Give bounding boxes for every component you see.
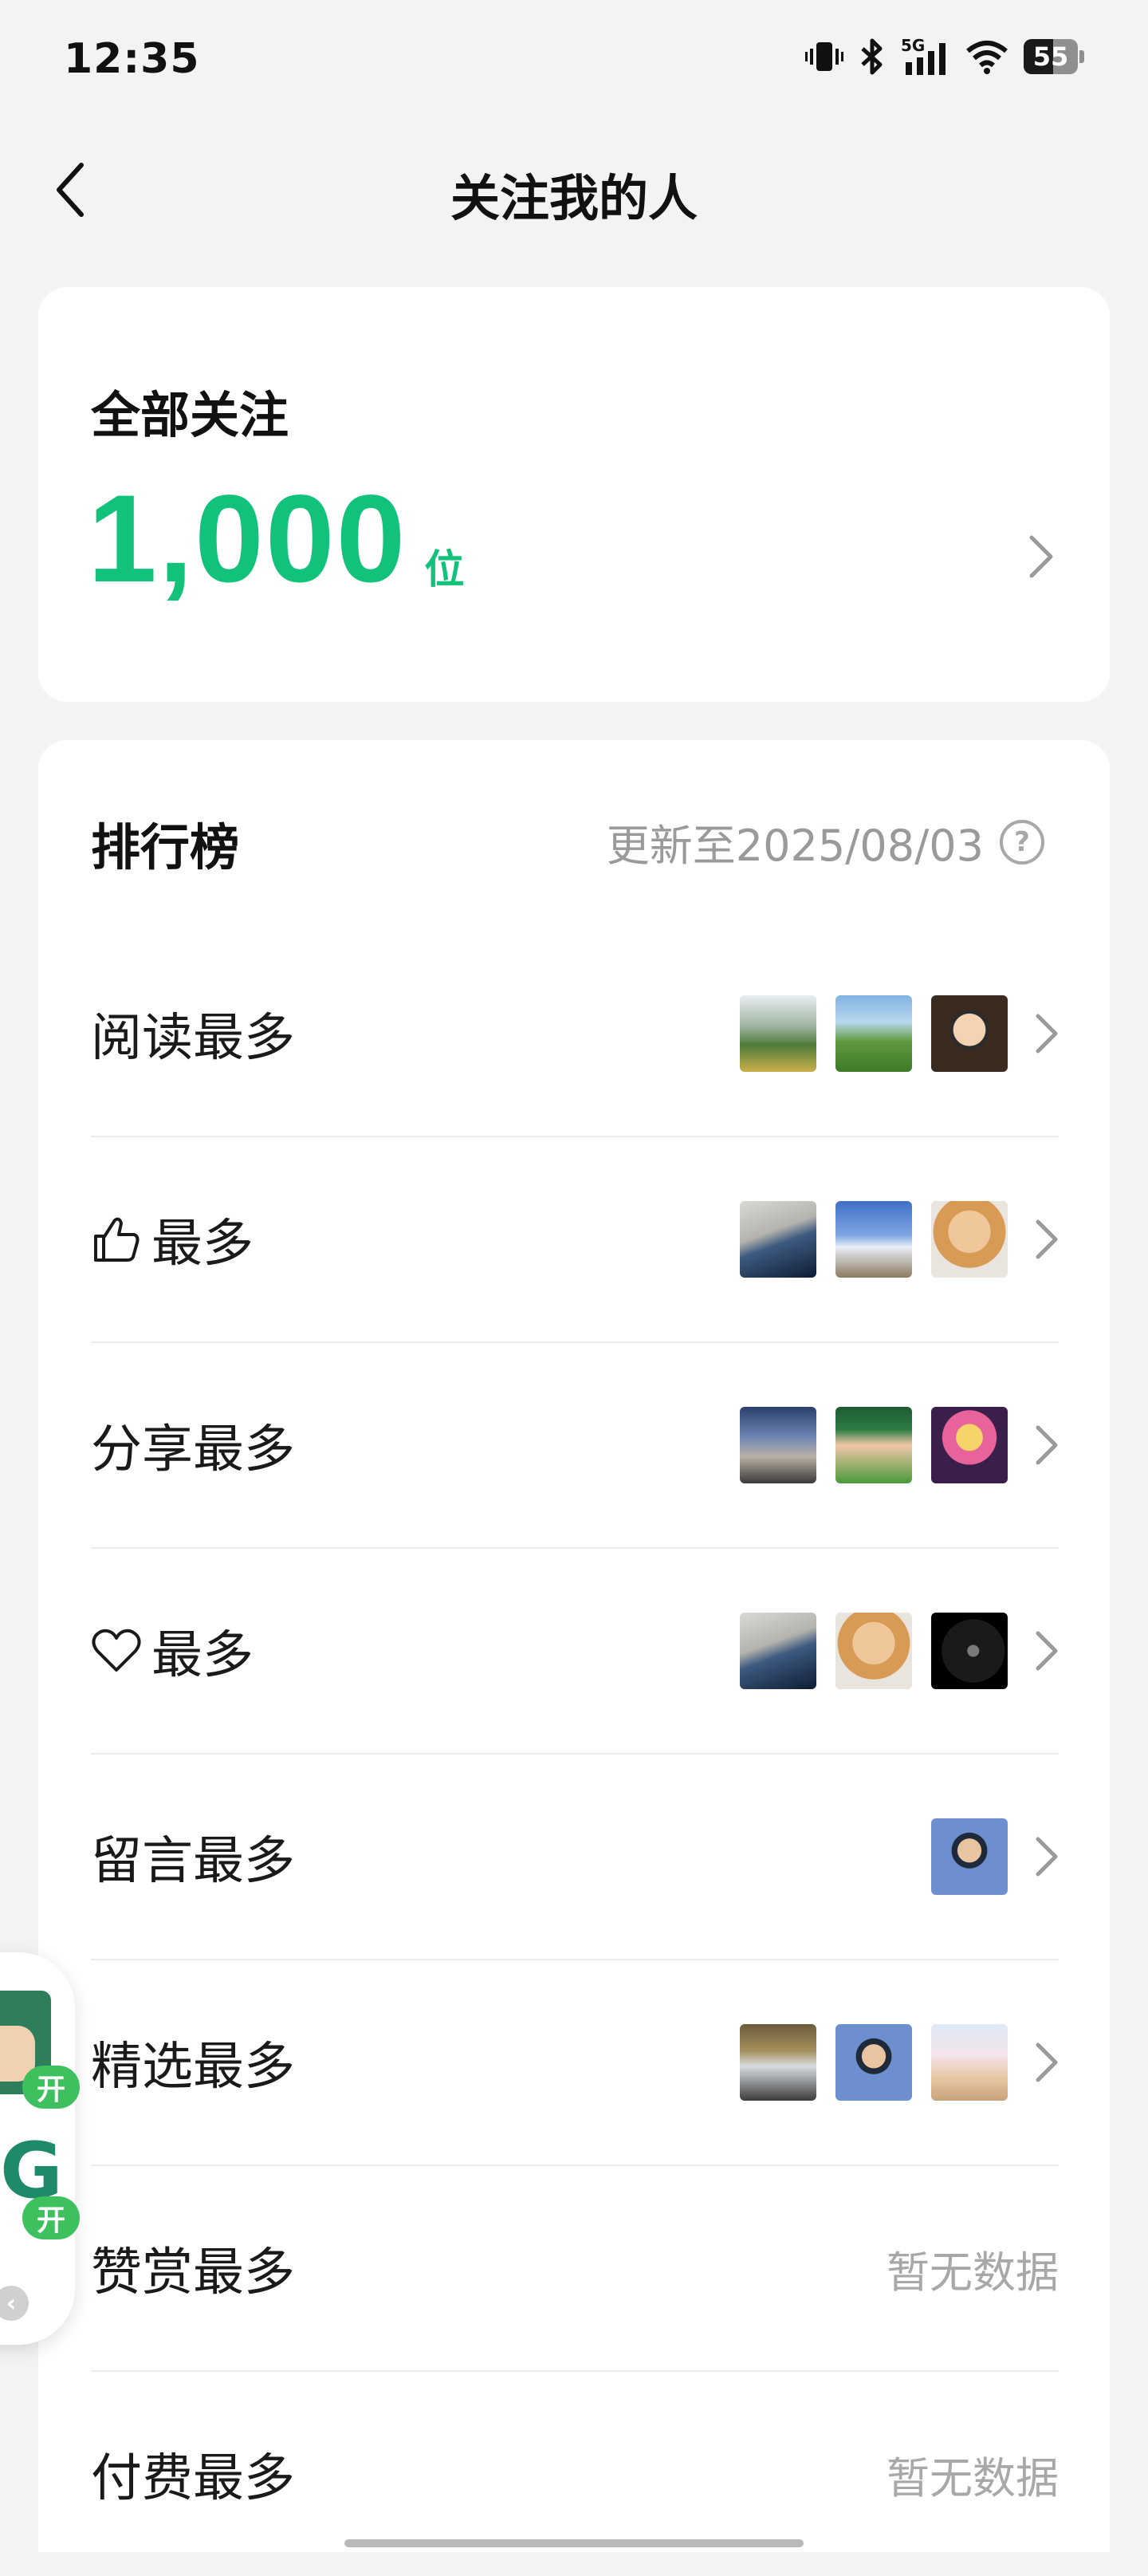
avatar [835, 995, 912, 1072]
open-badge[interactable]: 开 [22, 2066, 80, 2109]
avatar [931, 995, 1008, 1072]
open-badge[interactable]: 开 [22, 2196, 80, 2239]
battery-icon: 55 [1024, 39, 1084, 74]
row-label-text: 分享最多 [91, 1420, 295, 1479]
row-label: 最多 [91, 1203, 254, 1276]
total-followers-label: 全部关注 [91, 386, 289, 444]
avatar [740, 1613, 816, 1689]
help-icon[interactable]: ? [1000, 819, 1044, 865]
chevron-right-icon [1036, 1219, 1058, 1259]
svg-text:5G: 5G [901, 37, 925, 55]
row-label-text: 阅读最多 [91, 1009, 295, 1068]
row-label-text: 付费最多 [91, 2449, 295, 2508]
row-label: 阅读最多 [91, 997, 295, 1070]
ranking-title: 排行榜 [91, 818, 240, 876]
floating-app-dock[interactable]: 开 G 开 ‹ [0, 1952, 80, 2345]
row-label: 赞赏最多 [91, 2231, 295, 2305]
ranking-row-most-shares[interactable]: 分享最多 [91, 1343, 1059, 1549]
ranking-list: 阅读最多 最多 分享最多 最多 留言最多 精选最多 赞赏最多 暂无数据 付费最多… [91, 932, 1059, 2576]
avatar [740, 1407, 816, 1483]
no-data-text: 暂无数据 [887, 2247, 1059, 2298]
heart-icon [92, 1629, 141, 1672]
chevron-right-icon [1029, 535, 1053, 578]
5g-signal-icon: 5G [901, 37, 946, 75]
ranking-row-most-read[interactable]: 阅读最多 [91, 932, 1059, 1137]
ranking-row-most-likes[interactable]: 最多 [91, 1137, 1059, 1343]
avatar [835, 2024, 912, 2101]
row-label: 精选最多 [91, 2026, 295, 2099]
row-label-text: 留言最多 [91, 1832, 295, 1891]
avatar [740, 1201, 816, 1278]
total-followers-unit: 位 [424, 546, 465, 593]
ranking-updated-date: 更新至2025/08/03 [606, 821, 984, 871]
row-label-text: 精选最多 [91, 2038, 295, 2097]
avatar [931, 1613, 1008, 1689]
chevron-right-icon [1036, 2042, 1058, 2082]
chevron-right-icon [1036, 1631, 1058, 1671]
avatar [931, 1201, 1008, 1278]
avatar [931, 2024, 1008, 2101]
chevron-right-icon [1036, 1425, 1058, 1465]
ranking-update: 更新至2025/08/03 ? [607, 810, 1044, 873]
row-label-text: 最多 [151, 1626, 254, 1685]
row-label: 留言最多 [91, 1820, 295, 1893]
ranking-card: 排行榜 更新至2025/08/03 ? 阅读最多 最多 分享最多 最多 留言最多… [38, 740, 1110, 2552]
vibrate-icon [805, 42, 843, 71]
thumbs-up-icon [94, 1217, 140, 1262]
avatar [835, 1407, 912, 1483]
no-data-text: 暂无数据 [887, 2452, 1059, 2503]
status-bar: 12:35 5G 55 [0, 0, 1148, 128]
battery-level: 55 [1032, 41, 1069, 72]
chevron-right-icon [1036, 1837, 1058, 1877]
avatar [740, 2024, 816, 2101]
collapse-icon[interactable]: ‹ [0, 2286, 29, 2321]
total-followers-value: 1,000 [88, 470, 407, 609]
row-label: 付费最多 [91, 2437, 295, 2511]
status-icons: 5G 55 [805, 37, 1084, 77]
total-followers-count: 1,000 位 [88, 477, 464, 601]
ranking-row-most-tips: 赞赏最多 暂无数据 [91, 2166, 1059, 2372]
row-label: 最多 [91, 1614, 254, 1688]
row-label-text: 赞赏最多 [91, 2243, 295, 2302]
status-time: 12:35 [64, 35, 200, 83]
page-title: 关注我的人 [450, 169, 698, 227]
row-label-text: 最多 [151, 1215, 254, 1274]
avatar [740, 995, 816, 1072]
home-indicator[interactable] [344, 2539, 804, 2547]
ranking-row-most-featured[interactable]: 精选最多 [91, 1960, 1059, 2166]
ranking-row-most-favorites[interactable]: 最多 [91, 1549, 1059, 1755]
chevron-right-icon [1036, 1014, 1058, 1054]
wifi-icon [966, 41, 1008, 74]
avatar [931, 1407, 1008, 1483]
avatar [835, 1201, 912, 1278]
row-label: 分享最多 [91, 1408, 295, 1482]
ranking-row-most-comments[interactable]: 留言最多 [91, 1755, 1059, 1960]
total-followers-card[interactable]: 全部关注 1,000 位 [38, 287, 1110, 702]
bluetooth-icon [861, 38, 883, 75]
avatar [835, 1613, 912, 1689]
avatar [931, 1818, 1008, 1895]
